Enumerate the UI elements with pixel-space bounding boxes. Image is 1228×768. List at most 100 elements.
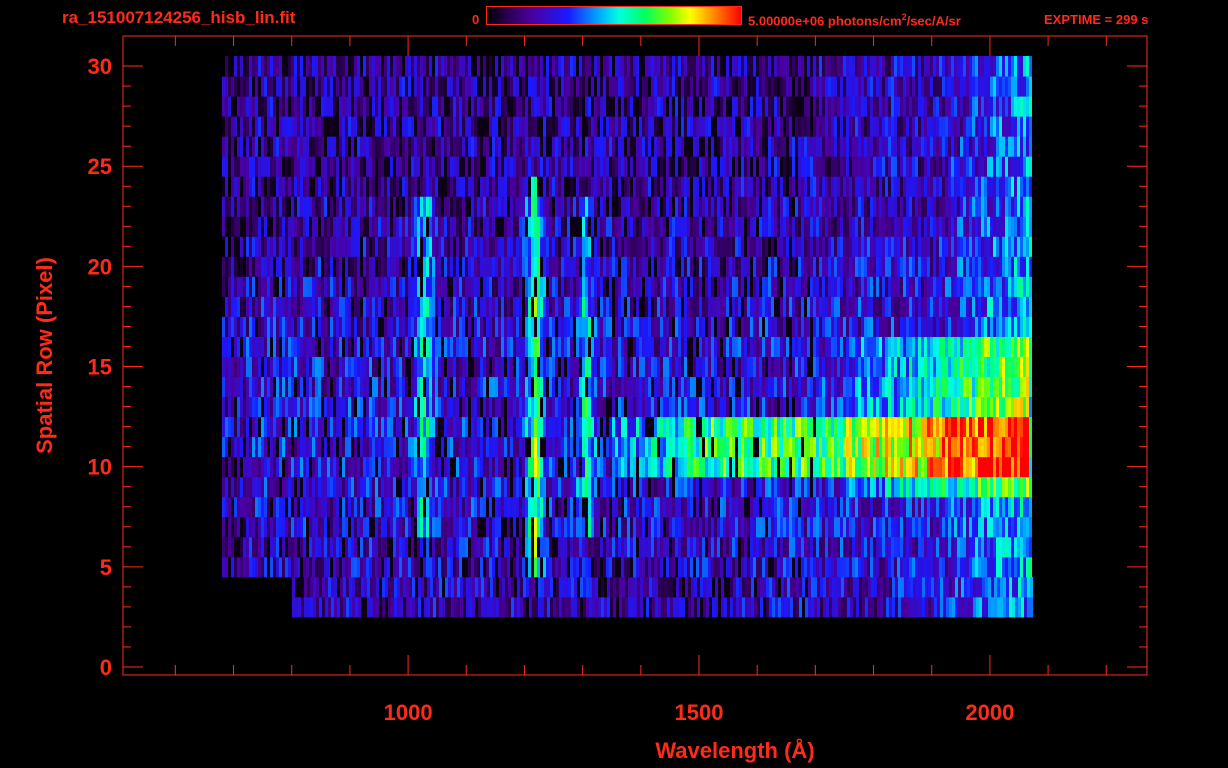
heat-cell <box>835 596 838 618</box>
heat-cell <box>309 336 312 358</box>
heat-cell <box>432 296 435 317</box>
heat-cell <box>387 456 390 478</box>
heat-cell <box>738 316 741 337</box>
heat-cell <box>858 256 861 277</box>
heat-cell <box>750 416 753 438</box>
heat-cell <box>957 396 960 418</box>
heat-cell <box>951 496 954 518</box>
heat-cell <box>273 356 276 378</box>
heat-cell <box>825 356 828 378</box>
heat-cell <box>552 356 555 378</box>
heat-cell <box>888 316 891 337</box>
heat-cell <box>354 496 357 518</box>
heat-cell <box>225 236 228 257</box>
heat-cell <box>531 336 534 358</box>
heat-cell <box>822 496 825 518</box>
heat-cell <box>1023 256 1026 277</box>
heat-cell <box>651 296 654 317</box>
heat-cell <box>228 336 231 358</box>
heat-cell <box>339 436 342 458</box>
heat-cell <box>708 276 711 297</box>
heat-cell <box>822 456 825 478</box>
heat-cell <box>942 336 945 358</box>
heat-cell <box>819 356 822 378</box>
heat-cell <box>832 576 835 598</box>
heat-cell <box>756 276 759 297</box>
heat-cell <box>624 376 627 398</box>
heat-cell <box>237 476 240 498</box>
heat-cell <box>414 516 417 538</box>
heat-cell <box>502 576 505 598</box>
heat-cell <box>1023 516 1026 538</box>
heat-cell <box>264 376 267 398</box>
heat-cell <box>711 496 714 518</box>
heat-cell <box>936 536 939 558</box>
heat-cell <box>913 576 916 598</box>
heat-cell <box>720 436 723 458</box>
heat-cell <box>738 536 741 558</box>
heat-cell <box>664 576 667 598</box>
heat-cell <box>645 476 648 498</box>
heat-cell <box>675 516 678 538</box>
heat-cell <box>975 376 978 398</box>
heat-cell <box>777 296 780 317</box>
heat-cell <box>279 516 282 538</box>
heat-cell <box>267 456 270 478</box>
heat-cell <box>894 436 897 458</box>
heat-cell <box>342 556 345 578</box>
heat-cell <box>300 456 303 478</box>
heat-cell <box>486 316 489 337</box>
heat-cell <box>756 356 759 378</box>
heat-cell <box>837 376 840 398</box>
heat-cell <box>588 516 591 538</box>
heat-cell <box>231 336 234 358</box>
heat-cell <box>873 556 876 578</box>
heat-cell <box>699 236 702 257</box>
heat-cell <box>354 276 357 297</box>
heat-cell <box>936 276 939 297</box>
heat-cell <box>669 376 672 398</box>
heat-cell <box>960 296 963 317</box>
heat-cell <box>948 496 951 518</box>
heat-cell <box>231 436 234 458</box>
heat-cell <box>981 456 984 478</box>
heat-cell <box>705 556 708 578</box>
heat-cell <box>493 576 496 598</box>
heat-cell <box>942 316 945 337</box>
heat-cell <box>412 596 415 618</box>
heat-cell <box>381 416 384 438</box>
heat-cell <box>1011 496 1014 518</box>
heat-cell <box>822 376 825 398</box>
heat-cell <box>279 416 282 438</box>
heat-cell <box>969 456 972 478</box>
heat-cell <box>942 556 945 578</box>
heat-cell <box>826 576 829 598</box>
heat-cell <box>693 436 696 458</box>
heat-cell <box>516 536 519 558</box>
heat-cell <box>703 576 706 598</box>
heat-cell <box>699 336 702 358</box>
heat-cell <box>300 316 303 337</box>
heat-cell <box>363 396 366 418</box>
heat-cell <box>576 276 579 297</box>
heat-cell <box>774 296 777 317</box>
heat-cell <box>411 256 414 277</box>
heat-cell <box>387 416 390 438</box>
heat-cell <box>648 316 651 337</box>
heat-cell <box>408 476 411 498</box>
heat-cell <box>276 476 279 498</box>
heat-cell <box>1011 316 1014 337</box>
heat-cell <box>957 276 960 297</box>
heat-cell <box>225 276 228 297</box>
heat-cell <box>978 256 981 277</box>
heat-cell <box>393 516 396 538</box>
heat-cell <box>831 256 834 277</box>
heat-cell <box>897 396 900 418</box>
heat-cell <box>1029 256 1032 277</box>
heat-cell <box>657 516 660 538</box>
heat-cell <box>589 596 592 618</box>
heat-cell <box>480 256 483 277</box>
heat-cell <box>979 596 982 618</box>
heat-cell <box>645 496 648 518</box>
heat-cell <box>969 336 972 358</box>
